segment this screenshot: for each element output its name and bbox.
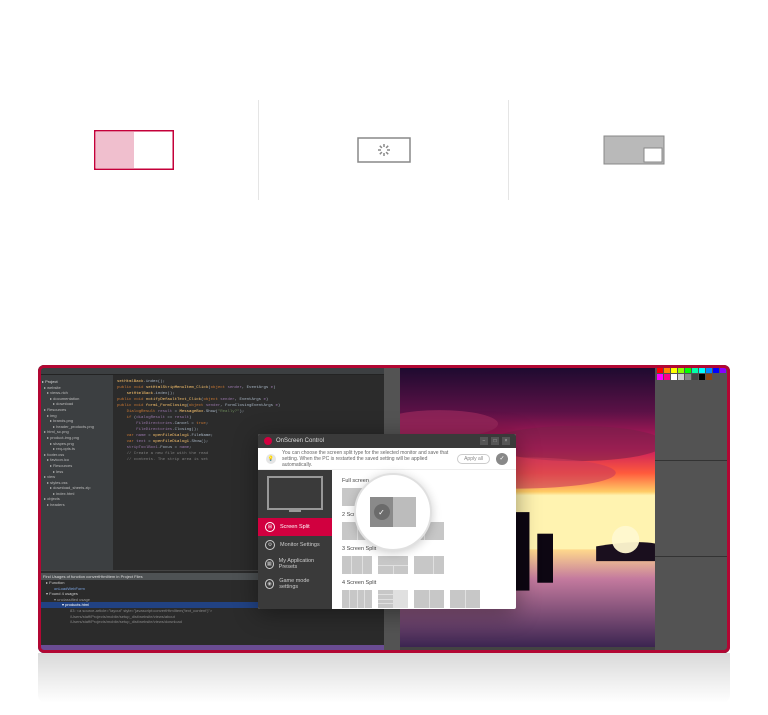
sidebar-item-monitor-settings[interactable]: ⚙ Monitor Settings	[258, 536, 332, 554]
dialog-titlebar[interactable]: OnScreen Control − □ ×	[258, 434, 516, 448]
ide-menubar	[38, 365, 384, 375]
monitor-icon	[267, 476, 323, 510]
app-icon	[264, 437, 272, 445]
swatch[interactable]	[699, 374, 705, 380]
swatch[interactable]	[657, 374, 663, 380]
tree-item[interactable]: ▸ headers	[40, 502, 111, 508]
tab-pip[interactable]	[509, 95, 759, 205]
sidebar-icon: ◉	[265, 579, 274, 589]
dialog-description-bar: 💡 You can choose the screen split type f…	[258, 448, 516, 470]
swatch[interactable]	[685, 367, 691, 373]
dialog-title: OnScreen Control	[276, 438, 324, 444]
swatch[interactable]	[685, 374, 691, 380]
magnifier: ✓	[354, 473, 432, 551]
split-4c[interactable]	[414, 590, 444, 608]
feature-tabs	[0, 95, 768, 205]
sidebar-item-screen-split[interactable]: ⊞ Screen Split	[258, 518, 332, 536]
history-panel[interactable]	[655, 557, 730, 653]
swatch[interactable]	[692, 367, 698, 373]
sidebar-icon: ▦	[265, 559, 274, 569]
sidebar-item-label: Screen Split	[280, 524, 310, 530]
loading-icon	[344, 130, 424, 170]
sidebar-item-my-application-presets[interactable]: ▦ My Application Presets	[258, 554, 332, 574]
ide-statusbar	[38, 645, 384, 653]
screen-split-icon	[94, 130, 174, 170]
swatch[interactable]	[671, 374, 677, 380]
sidebar-item-label: My Application Presets	[279, 558, 325, 570]
swatch[interactable]	[699, 367, 705, 373]
section-4split: 4 Screen Split	[342, 580, 506, 586]
close-button[interactable]: ×	[502, 437, 510, 445]
sidebar-icon: ⊞	[265, 522, 275, 532]
swatch[interactable]	[706, 374, 712, 380]
sidebar-item-label: Monitor Settings	[280, 542, 320, 548]
split-4a[interactable]	[342, 590, 372, 608]
project-tree[interactable]: ▸ Project▸ website▸ views-rich▸ document…	[38, 375, 113, 570]
split-3b[interactable]	[378, 556, 408, 574]
swatch[interactable]	[678, 367, 684, 373]
split-4d[interactable]	[450, 590, 480, 608]
swatch[interactable]	[664, 374, 670, 380]
magnified-split: ✓	[370, 497, 416, 527]
check-icon: ✓	[374, 504, 390, 520]
swatch[interactable]	[692, 374, 698, 380]
swatch[interactable]	[706, 367, 712, 373]
tab-screen-split[interactable]	[9, 95, 259, 205]
panels[interactable]	[655, 365, 730, 653]
sidebar-item-label: Game mode settings	[279, 578, 325, 590]
split-3a[interactable]	[342, 556, 372, 574]
split-3c[interactable]	[414, 556, 444, 574]
sidebar-item-game-mode-settings[interactable]: ◉ Game mode settings	[258, 574, 332, 594]
section-3split: 3 Screen Split	[342, 546, 506, 552]
color-swatches[interactable]	[657, 367, 728, 380]
swatch[interactable]	[664, 367, 670, 373]
swatch[interactable]	[713, 367, 719, 373]
pip-icon	[594, 130, 674, 170]
swatch[interactable]	[678, 374, 684, 380]
maximize-button[interactable]: □	[491, 437, 499, 445]
ok-button[interactable]: ✓	[496, 453, 508, 465]
swatch[interactable]	[671, 367, 677, 373]
sidebar-icon: ⚙	[265, 540, 275, 550]
swatch[interactable]	[657, 367, 663, 373]
layers-panel[interactable]	[655, 461, 730, 557]
tab-loading[interactable]	[259, 95, 509, 205]
reflection	[38, 653, 730, 703]
split-4b[interactable]	[378, 590, 408, 608]
tip-icon: 💡	[266, 454, 276, 464]
dialog-description: You can choose the screen split type for…	[282, 450, 451, 468]
apply-all-button[interactable]: Apply all	[457, 454, 490, 464]
dialog-sidebar: ⊞ Screen Split ⚙ Monitor Settings ▦ My Applic…	[258, 470, 332, 609]
minimize-button[interactable]: −	[480, 437, 488, 445]
swatch[interactable]	[720, 367, 726, 373]
